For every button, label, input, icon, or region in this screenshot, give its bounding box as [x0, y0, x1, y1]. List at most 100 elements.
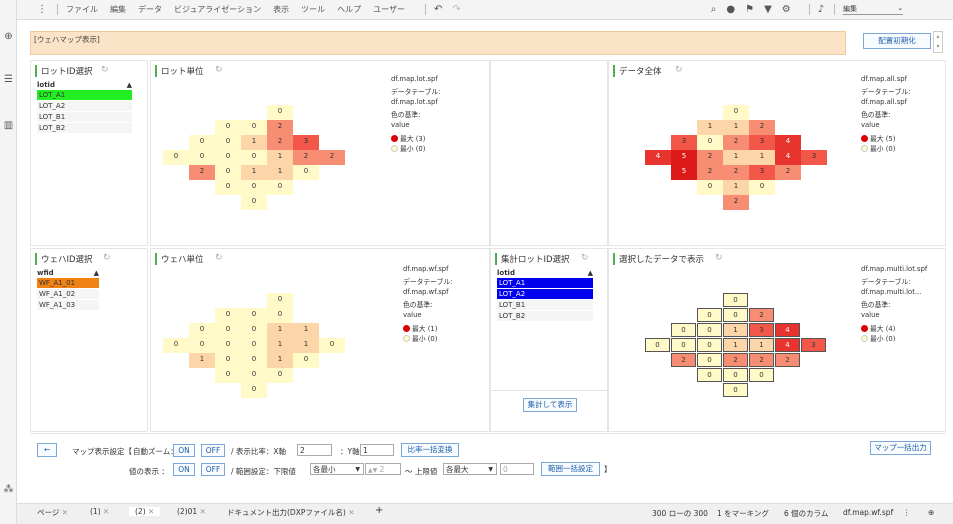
status-more-icon[interactable]: ⋮ — [903, 508, 911, 517]
map-cell[interactable]: 0 — [215, 338, 241, 353]
menu-data[interactable]: データ — [138, 4, 162, 15]
refresh-icon[interactable]: ↻ — [581, 253, 589, 263]
menu-edit[interactable]: 編集 — [110, 4, 126, 15]
tab-2[interactable]: (2) ✕ — [129, 507, 161, 516]
value-display-on-button[interactable]: ON — [173, 463, 195, 476]
list-item[interactable]: LOT_B2 — [497, 311, 593, 321]
map-cell[interactable]: 0 — [215, 180, 241, 195]
comment-icon[interactable]: ● — [726, 4, 735, 15]
map-cell[interactable]: 1 — [267, 165, 293, 180]
map-cell[interactable]: 0 — [189, 135, 215, 150]
tab-2-01[interactable]: (2)01 ✕ — [177, 507, 206, 516]
map-cell[interactable]: 2 — [319, 150, 345, 165]
map-cell[interactable]: 1 — [267, 323, 293, 338]
map-cell[interactable]: 2 — [749, 308, 774, 322]
menu-help[interactable]: ヘルプ — [337, 4, 361, 15]
map-cell[interactable]: 0 — [697, 308, 722, 322]
globe-icon[interactable]: ⊕ — [928, 508, 934, 517]
lower-limit-select[interactable]: 各最小 ▼ — [310, 463, 364, 475]
map-cell[interactable]: 0 — [241, 383, 267, 398]
map-cell[interactable]: 0 — [215, 368, 241, 383]
map-cell[interactable]: 0 — [697, 368, 722, 382]
map-cell[interactable]: 3 — [749, 135, 775, 150]
map-cell[interactable]: 0 — [749, 180, 775, 195]
map-cell[interactable]: 1 — [723, 180, 749, 195]
list-item[interactable]: WF_A1_01 — [37, 278, 99, 288]
map-cell[interactable]: 3 — [801, 150, 827, 165]
add-tab-icon[interactable]: + — [375, 505, 383, 516]
map-cell[interactable]: 0 — [215, 120, 241, 135]
back-button[interactable]: ← — [37, 443, 57, 457]
map-cell[interactable]: 0 — [697, 338, 722, 352]
sort-asc-icon[interactable]: ▲ — [588, 269, 593, 278]
map-cell[interactable]: 1 — [241, 135, 267, 150]
map-cell[interactable]: 2 — [775, 353, 800, 367]
upper-limit-input[interactable]: 0 — [500, 463, 534, 475]
map-cell[interactable]: 3 — [749, 323, 774, 337]
map-cell[interactable]: 1 — [749, 150, 775, 165]
map-cell[interactable]: 0 — [267, 105, 293, 120]
map-cell[interactable]: 2 — [293, 150, 319, 165]
map-cell[interactable]: 2 — [775, 165, 801, 180]
map-cell[interactable]: 0 — [241, 120, 267, 135]
map-cell[interactable]: 2 — [671, 353, 696, 367]
map-cell[interactable]: 1 — [697, 120, 723, 135]
refresh-icon[interactable]: ↻ — [675, 65, 683, 75]
value-display-off-button[interactable]: OFF — [201, 463, 225, 476]
map-cell[interactable]: 1 — [267, 338, 293, 353]
map-cell[interactable]: 4 — [775, 150, 801, 165]
close-icon[interactable]: ✕ — [62, 508, 68, 517]
map-cell[interactable]: 0 — [241, 308, 267, 323]
map-cell[interactable]: 0 — [267, 368, 293, 383]
map-cell[interactable]: 3 — [801, 338, 826, 352]
map-cell[interactable]: 5 — [671, 165, 697, 180]
map-cell[interactable]: 0 — [671, 323, 696, 337]
close-icon[interactable]: ✕ — [348, 508, 354, 517]
map-cell[interactable]: 4 — [645, 150, 671, 165]
refresh-icon[interactable]: ↻ — [215, 253, 223, 263]
add-icon[interactable]: ⊕ — [3, 31, 14, 42]
range-set-button[interactable]: 範囲一括設定 — [541, 462, 600, 476]
map-cell[interactable]: 2 — [749, 120, 775, 135]
map-cell[interactable]: 2 — [697, 165, 723, 180]
map-cell[interactable]: 4 — [775, 338, 800, 352]
list-item[interactable]: LOT_A1 — [497, 278, 593, 288]
map-cell[interactable]: 0 — [645, 338, 670, 352]
map-cell[interactable]: 0 — [697, 135, 723, 150]
list-item[interactable]: LOT_B1 — [37, 112, 132, 122]
map-cell[interactable]: 0 — [189, 150, 215, 165]
map-cell[interactable]: 3 — [749, 165, 775, 180]
refresh-icon[interactable]: ↻ — [215, 65, 223, 75]
map-cell[interactable]: 0 — [293, 165, 319, 180]
map-cell[interactable]: 2 — [267, 135, 293, 150]
auto-zoom-off-button[interactable]: OFF — [201, 444, 225, 457]
map-cell[interactable]: 0 — [697, 323, 722, 337]
refresh-icon[interactable]: ↻ — [715, 253, 723, 263]
map-cell[interactable]: 0 — [241, 195, 267, 210]
map-cell[interactable]: 1 — [723, 120, 749, 135]
map-cell[interactable]: 0 — [267, 308, 293, 323]
list-item[interactable]: LOT_B2 — [37, 123, 132, 133]
map-cell[interactable]: 2 — [723, 353, 748, 367]
map-cell[interactable]: 0 — [163, 338, 189, 353]
map-cell[interactable]: 0 — [293, 353, 319, 368]
data-table-icon[interactable]: ☰ — [3, 74, 14, 85]
x-ratio-input[interactable]: 2 — [297, 444, 332, 456]
map-cell[interactable]: 0 — [215, 353, 241, 368]
map-cell[interactable]: 1 — [293, 338, 319, 353]
search-icon[interactable]: ⌕ — [711, 4, 717, 15]
refresh-icon[interactable]: ↻ — [103, 253, 111, 263]
aggregate-show-button[interactable]: 集計して表示 — [523, 398, 577, 412]
map-cell[interactable]: 1 — [267, 150, 293, 165]
map-cell[interactable]: 4 — [775, 135, 801, 150]
map-cell[interactable]: 0 — [241, 338, 267, 353]
map-cell[interactable]: 1 — [723, 338, 748, 352]
map-cell[interactable]: 0 — [215, 150, 241, 165]
tab-1[interactable]: (1) ✕ — [90, 507, 109, 516]
map-cell[interactable]: 0 — [267, 293, 293, 308]
reset-layout-button[interactable]: 配置初期化 — [863, 33, 931, 49]
map-cell[interactable]: 1 — [723, 323, 748, 337]
tab-page[interactable]: ページ ✕ — [37, 507, 68, 518]
refresh-icon[interactable]: ↻ — [101, 65, 109, 75]
map-cell[interactable]: 0 — [241, 353, 267, 368]
